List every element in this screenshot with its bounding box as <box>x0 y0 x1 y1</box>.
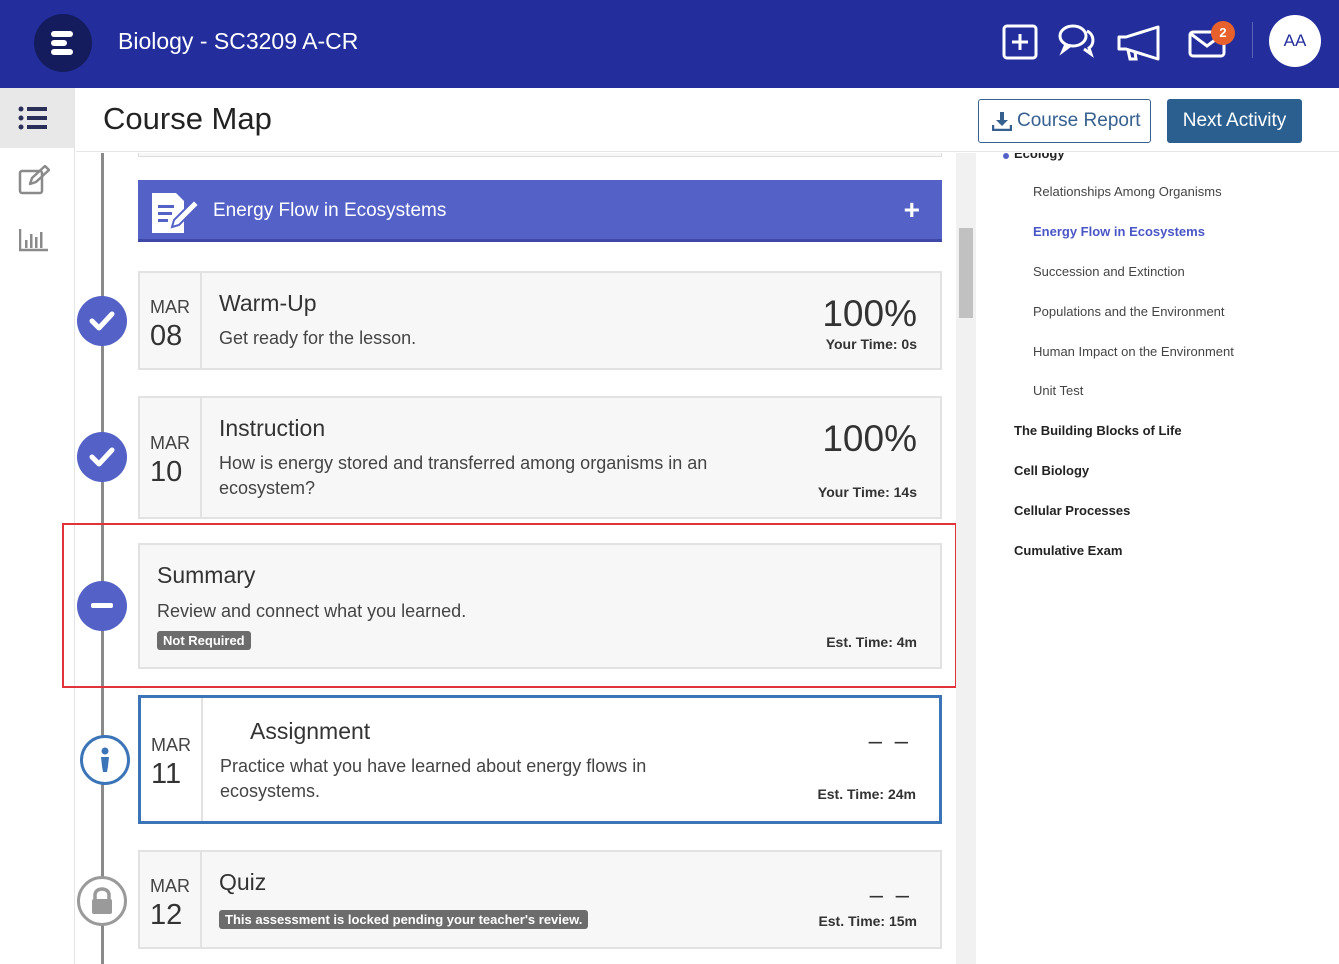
highlight-box <box>62 523 957 688</box>
activity-card-warm-up[interactable]: MAR 08 Warm-Up Get ready for the lesson.… <box>138 271 942 370</box>
activity-score: – – <box>869 882 912 909</box>
activity-date: MAR 10 <box>140 398 202 517</box>
current-unit-dot <box>1003 153 1009 159</box>
nav-unit-ecology[interactable]: Ecology <box>1014 153 1065 161</box>
activity-description: How is energy stored and transferred amo… <box>219 453 708 498</box>
locked-padlock-icon <box>77 876 127 926</box>
nav-lesson-item-active[interactable]: Energy Flow in Ecosystems <box>1033 224 1205 239</box>
current-activity-person-icon <box>80 735 130 785</box>
activity-time: Your Time: 14s <box>817 484 917 500</box>
list-icon <box>18 106 47 130</box>
activity-card-instruction[interactable]: MAR 10 Instruction How is energy stored … <box>138 396 942 519</box>
rail-course-map[interactable] <box>0 88 74 148</box>
next-activity-button[interactable]: Next Activity <box>1167 99 1302 143</box>
nav-lesson-item[interactable]: Unit Test <box>1033 383 1083 398</box>
activity-time: Est. Time: 24m <box>817 786 916 802</box>
activity-time: Est. Time: 15m <box>818 913 917 929</box>
chat-icon[interactable] <box>1057 22 1097 62</box>
nav-lesson-item[interactable]: Populations and the Environment <box>1033 304 1225 319</box>
topbar-divider <box>1252 22 1253 58</box>
user-avatar[interactable]: AA <box>1269 15 1321 67</box>
date-month: MAR <box>150 876 190 896</box>
course-report-button[interactable]: Course Report <box>978 99 1151 143</box>
scrollbar-thumb[interactable] <box>959 228 973 318</box>
previous-card-edge <box>138 153 942 157</box>
activity-date: MAR 08 <box>140 273 202 368</box>
nav-unit-item[interactable]: Cumulative Exam <box>1014 543 1122 558</box>
date-day: 10 <box>150 456 183 488</box>
date-day: 12 <box>150 899 183 931</box>
date-month: MAR <box>151 735 191 755</box>
activity-card-quiz[interactable]: MAR 12 Quiz This assessment is locked pe… <box>138 850 942 949</box>
activity-title: Instruction <box>219 415 326 441</box>
megaphone-icon[interactable] <box>1116 22 1164 62</box>
nav-lesson-item[interactable]: Succession and Extinction <box>1033 264 1185 279</box>
nav-unit-item[interactable]: The Building Blocks of Life <box>1014 423 1182 438</box>
expand-lesson-button[interactable]: + <box>904 196 920 224</box>
nav-lesson-item[interactable]: Relationships Among Organisms <box>1033 184 1222 199</box>
course-outline-nav: Ecology Relationships Among Organisms En… <box>977 153 1339 964</box>
activity-title: Warm-Up <box>219 290 317 316</box>
complete-check-icon <box>77 432 127 482</box>
activity-card-assignment[interactable]: MAR 11 Assignment Practice what you have… <box>138 695 942 824</box>
activity-date: MAR 12 <box>140 852 202 947</box>
page-header: Course Map Course Report Next Activity <box>76 88 1339 152</box>
course-title: Biology - SC3209 A-CR <box>118 28 359 54</box>
edit-icon <box>18 165 50 195</box>
bar-chart-icon <box>19 229 48 252</box>
activity-score: 100% <box>822 293 917 334</box>
top-navigation-bar: Biology - SC3209 A-CR 2 AA <box>0 0 1339 88</box>
nav-lesson-item[interactable]: Human Impact on the Environment <box>1033 344 1234 359</box>
lesson-title: Energy Flow in Ecosystems <box>213 200 447 221</box>
activity-description: Get ready for the lesson. <box>219 328 417 348</box>
activity-score: 100% <box>822 418 917 459</box>
date-month: MAR <box>150 297 190 317</box>
date-day: 11 <box>151 758 182 790</box>
nav-unit-item[interactable]: Cellular Processes <box>1014 503 1130 518</box>
rail-assignments[interactable] <box>0 150 74 210</box>
course-report-label: Course Report <box>1017 110 1141 131</box>
activity-title: Assignment <box>250 718 371 744</box>
app-logo[interactable] <box>34 14 92 72</box>
activity-time: Your Time: 0s <box>825 336 917 352</box>
activity-score: – – <box>868 728 911 755</box>
activity-title: Quiz <box>219 869 267 895</box>
activity-date: MAR 11 <box>141 698 203 821</box>
rail-reports[interactable] <box>0 210 74 270</box>
date-day: 08 <box>150 320 183 352</box>
document-edit-icon <box>152 193 201 233</box>
locked-assessment-badge: This assessment is locked pending your t… <box>219 910 589 929</box>
add-box-icon[interactable] <box>1001 22 1041 62</box>
download-icon <box>992 112 1012 131</box>
mail-notification-badge: 2 <box>1211 21 1235 45</box>
activity-description: Practice what you have learned about ene… <box>220 756 647 801</box>
complete-check-icon <box>77 296 127 346</box>
date-month: MAR <box>150 433 190 453</box>
main-scrollbar[interactable] <box>956 153 976 964</box>
lesson-header[interactable]: Energy Flow in Ecosystems + <box>138 180 942 242</box>
page-title: Course Map <box>103 101 272 136</box>
nav-unit-item[interactable]: Cell Biology <box>1014 463 1089 478</box>
